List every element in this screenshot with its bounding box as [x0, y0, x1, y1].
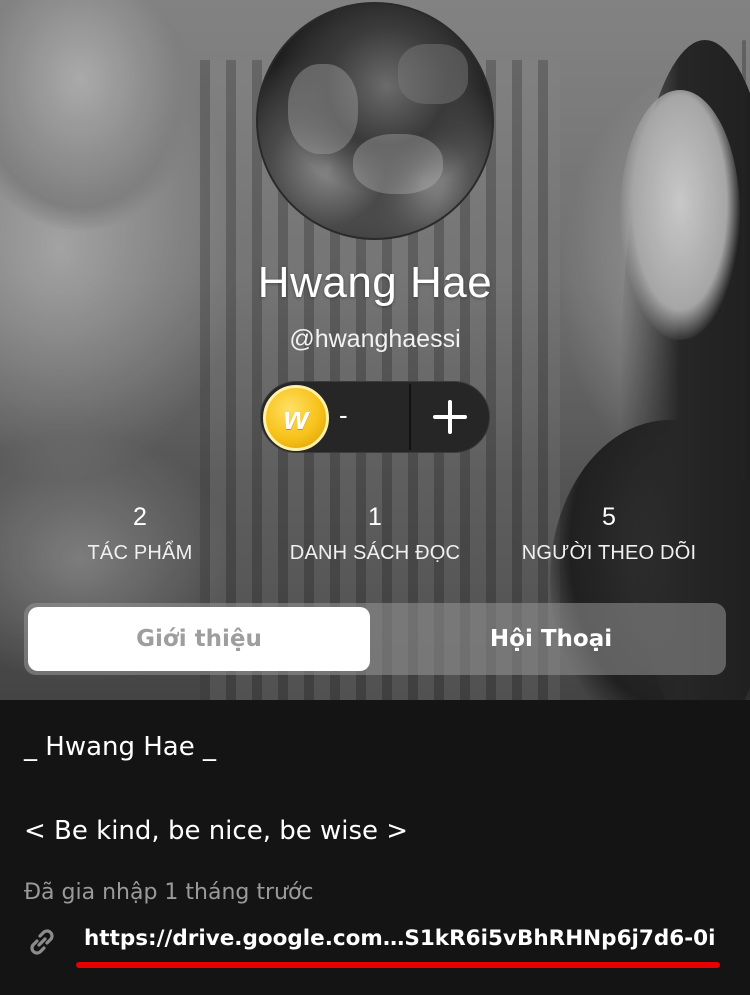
- avatar-photo-detail: [353, 134, 443, 194]
- joined-date: Đã gia nhập 1 tháng trước: [24, 880, 314, 905]
- profile-stats: 2 TÁC PHẨM 1 DANH SÁCH ĐỌC 5 NGƯỜI THEO …: [0, 503, 750, 583]
- profile-header: Hwang Hae @hwanghaessi w - 2 TÁC PHẨM 1 …: [0, 0, 750, 700]
- stat-label: TÁC PHẨM: [87, 542, 193, 564]
- stat-label: DANH SÁCH ĐỌC: [289, 542, 461, 564]
- profile-link-row[interactable]: https://drive.google.com…S1kR6i5vBhRHNp6…: [24, 924, 734, 968]
- stat-value: 5: [602, 503, 616, 531]
- coins-widget: w -: [260, 381, 490, 453]
- wattpad-coin-icon[interactable]: w: [263, 385, 329, 451]
- username: @hwanghaessi: [289, 325, 461, 353]
- stat-followers[interactable]: 5 NGƯỜI THEO DÕI: [489, 503, 729, 565]
- avatar-photo-detail: [288, 64, 358, 154]
- stat-value: 2: [133, 503, 147, 531]
- bio-line: _ Hwang Hae _: [24, 732, 217, 762]
- avatar-photo-detail: [398, 44, 468, 104]
- coin-count: -: [339, 400, 348, 430]
- link-icon: [30, 929, 54, 955]
- bio-section: _ Hwang Hae _ < Be kind, be nice, be wis…: [0, 700, 750, 995]
- bio-line: < Be kind, be nice, be wise >: [24, 816, 409, 846]
- plus-icon: [433, 400, 467, 434]
- stat-reading-lists[interactable]: 1 DANH SÁCH ĐỌC: [255, 503, 495, 565]
- profile-tabs: Giới thiệu Hội Thoại: [24, 603, 726, 675]
- tab-about[interactable]: Giới thiệu: [28, 607, 370, 671]
- buy-coins-button[interactable]: [411, 382, 489, 452]
- coin-icon-letter: w: [283, 399, 309, 436]
- stat-works[interactable]: 2 TÁC PHẨM: [20, 503, 260, 565]
- stat-label: NGƯỜI THEO DÕI: [521, 542, 697, 564]
- display-name: Hwang Hae: [257, 258, 493, 307]
- tab-conversations[interactable]: Hội Thoại: [376, 603, 726, 675]
- stat-value: 1: [368, 503, 382, 531]
- avatar[interactable]: [256, 2, 494, 240]
- red-underline-annotation: [76, 962, 720, 968]
- profile-link[interactable]: https://drive.google.com…S1kR6i5vBhRHNp6…: [84, 926, 715, 951]
